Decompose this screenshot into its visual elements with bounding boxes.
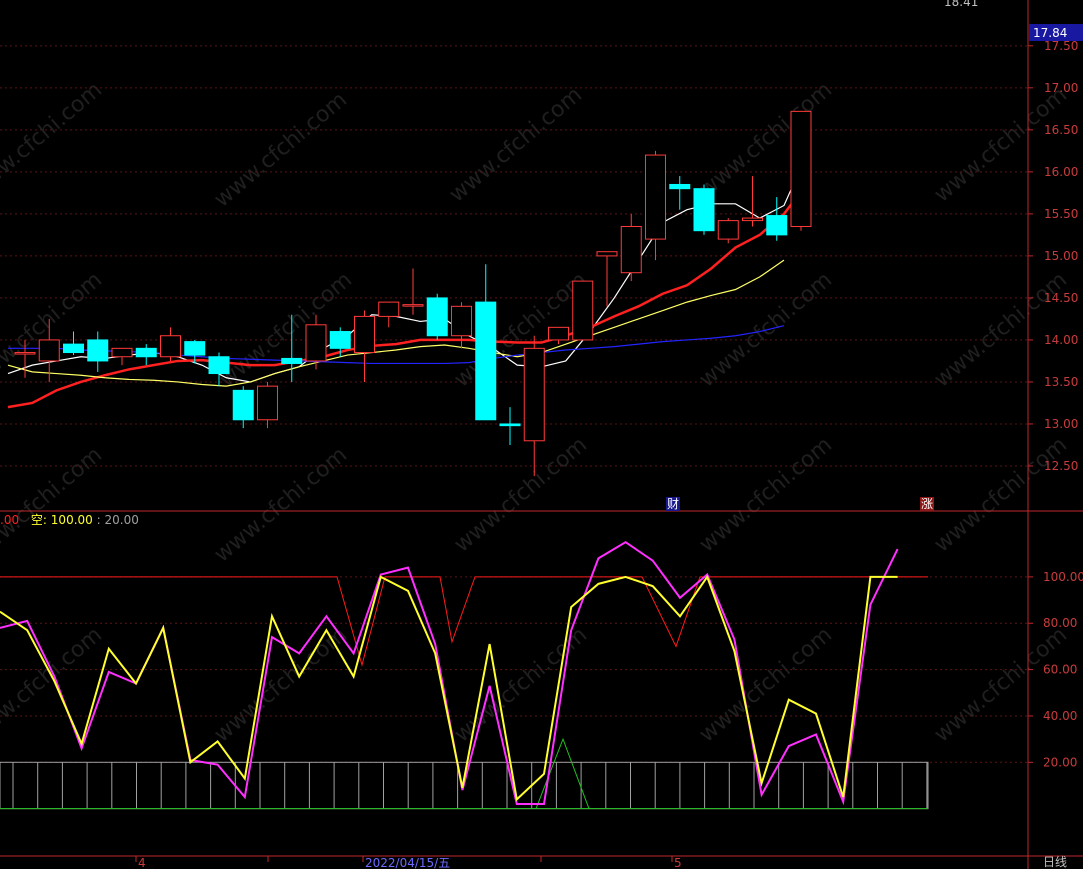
watermark-text: www.cfchi.com — [0, 442, 107, 567]
candle-body[interactable] — [548, 326, 569, 341]
candle-body[interactable] — [790, 110, 812, 227]
watermark-text: www.cfchi.com — [445, 82, 587, 207]
watermark-text: www.cfchi.com — [210, 87, 352, 212]
candle-body[interactable] — [451, 305, 472, 337]
osc-legend-label: 空: — [31, 513, 47, 527]
osc-legend-value: 100.00 — [51, 513, 93, 527]
candle-body[interactable] — [232, 389, 254, 421]
candle-body[interactable] — [257, 385, 278, 421]
candle-body[interactable] — [135, 347, 157, 358]
watermark-text: www.cfchi.com — [215, 267, 357, 392]
candle-body[interactable] — [184, 341, 206, 356]
candle-body[interactable] — [426, 297, 448, 337]
candle-body[interactable] — [669, 183, 691, 190]
candle-body[interactable] — [111, 347, 133, 358]
watermark-text: www.cfchi.com — [930, 82, 1072, 207]
time-tick-label: 5 — [674, 856, 682, 869]
watermark-text: www.cfchi.com — [0, 622, 107, 747]
period-label[interactable]: 日线 — [1043, 855, 1067, 869]
price-panel[interactable] — [7, 110, 812, 477]
candle-body[interactable] — [208, 356, 230, 375]
osc-legend: .00 空: 100.00 : 20.00 — [0, 513, 139, 527]
osc-legend-prefix: .00 — [0, 513, 19, 527]
candle-body[interactable] — [354, 315, 375, 354]
candle-body[interactable] — [14, 352, 36, 355]
price-tick-label: 16.00 — [1044, 165, 1078, 179]
candle-body[interactable] — [620, 225, 642, 274]
osc-tick-label: 20.00 — [1043, 755, 1077, 769]
price-tick-label: 17.00 — [1044, 81, 1078, 95]
candle-body[interactable] — [87, 339, 109, 362]
price-tick-label: 15.50 — [1044, 207, 1078, 221]
watermark-text: www.cfchi.com — [695, 77, 837, 202]
osc-tick-label: 40.00 — [1043, 709, 1077, 723]
candle-body[interactable] — [38, 339, 60, 362]
price-tick-label: 12.50 — [1044, 459, 1078, 473]
price-tick-label: 13.50 — [1044, 375, 1078, 389]
top-price-label: 18.41 — [944, 0, 978, 9]
candle-body[interactable] — [305, 324, 327, 362]
limit-up-marker[interactable]: 涨 — [921, 496, 933, 511]
finance-marker[interactable]: 财 — [667, 497, 679, 511]
time-tick-label: 4 — [138, 856, 146, 869]
candle-body[interactable] — [523, 347, 545, 442]
price-tick-label: 14.50 — [1044, 291, 1078, 305]
series-ma20[interactable] — [7, 259, 785, 387]
watermark-text: www.cfchi.com — [450, 432, 592, 557]
candle-body[interactable] — [645, 154, 666, 240]
candle-body[interactable] — [596, 251, 618, 257]
watermark-text: www.cfchi.com — [930, 622, 1072, 747]
candle-body[interactable] — [402, 304, 424, 307]
candle-body[interactable] — [766, 215, 788, 236]
watermark-text: www.cfchi.com — [450, 622, 592, 747]
osc-tick-label: 60.00 — [1043, 663, 1077, 677]
price-tick-label: 15.00 — [1044, 249, 1078, 263]
watermark-text: www.cfchi.com — [210, 442, 352, 567]
candle-body[interactable] — [160, 335, 181, 358]
candle-body[interactable] — [329, 331, 351, 349]
candle-body[interactable] — [742, 217, 763, 222]
series-ma10[interactable] — [7, 181, 810, 409]
price-tick-label: 16.50 — [1044, 123, 1078, 137]
watermark-text: www.cfchi.com — [695, 432, 837, 557]
time-tick-label: 2022/04/15/五 — [365, 856, 450, 869]
watermark-text: www.cfchi.com — [210, 622, 352, 747]
candle-body[interactable] — [693, 188, 715, 232]
candle-body[interactable] — [499, 423, 521, 427]
candle-body[interactable] — [572, 280, 594, 341]
candle-body[interactable] — [281, 357, 303, 364]
watermark-text: www.cfchi.com — [930, 267, 1072, 392]
current-price-label: 17.84 — [1033, 26, 1067, 40]
osc-tick-label: 100.00 — [1043, 570, 1083, 584]
price-tick-label: 14.00 — [1044, 333, 1078, 347]
watermark-text: www.cfchi.com — [695, 622, 837, 747]
watermark-text: www.cfchi.com — [930, 432, 1072, 557]
osc-tick-label: 80.00 — [1043, 616, 1077, 630]
candle-body[interactable] — [378, 301, 400, 317]
stock-chart[interactable]: www.cfchi.com www.cfchi.com www.cfchi.com w… — [0, 0, 1083, 869]
watermark-text: www.cfchi.com — [0, 77, 107, 202]
candle-body[interactable] — [475, 301, 497, 421]
candle-body[interactable] — [717, 220, 739, 240]
candle-body[interactable] — [63, 343, 84, 354]
osc-legend-sep: : 20.00 — [97, 513, 139, 527]
price-tick-label: 13.00 — [1044, 417, 1078, 431]
